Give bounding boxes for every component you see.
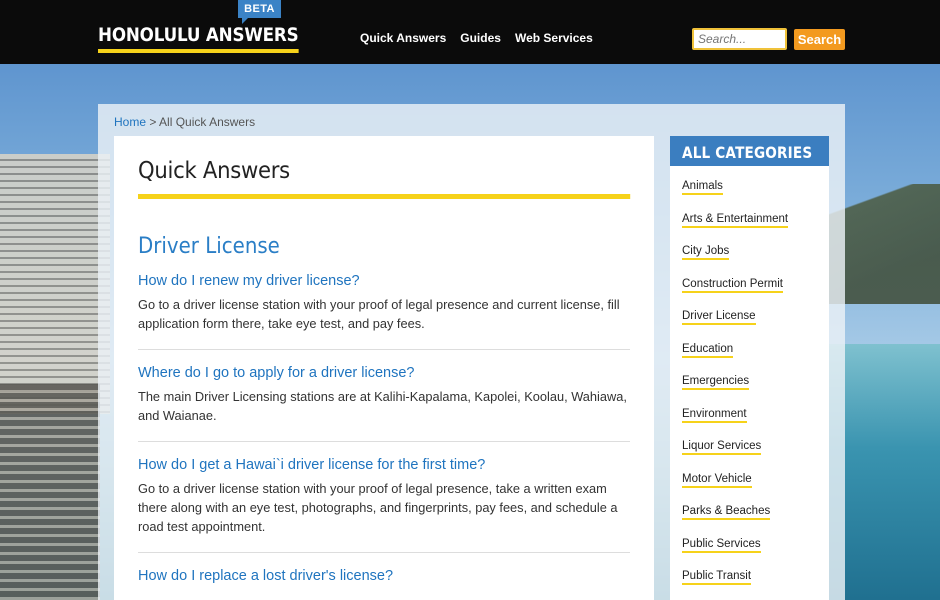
sidebar-title: ALL CATEGORIES <box>670 136 829 166</box>
list-item: Public Transit <box>682 566 817 599</box>
list-item: City Jobs <box>682 241 817 274</box>
main-nav: Quick Answers Guides Web Services <box>360 31 607 45</box>
list-item: Animals <box>682 176 817 209</box>
nav-guides[interactable]: Guides <box>460 31 501 45</box>
list-item: Driver License <box>682 306 817 339</box>
category-link-animals[interactable]: Animals <box>682 180 723 195</box>
category-link-public-services[interactable]: Public Services <box>682 537 761 553</box>
qa-item: How do I get a Hawai`i driver license fo… <box>138 457 630 553</box>
list-item: Education <box>682 339 817 372</box>
qa-question-link[interactable]: How do I replace a lost driver's license… <box>138 568 630 584</box>
list-item: Construction Permit <box>682 274 817 307</box>
qa-answer: Go to a driver license station with your… <box>138 297 620 331</box>
list-item: Parks & Beaches <box>682 501 817 534</box>
list-item: Liquor Services <box>682 436 817 469</box>
hotel-building <box>0 154 110 414</box>
qa-question-link[interactable]: How do I renew my driver license? <box>138 273 630 289</box>
categories-sidebar: ALL CATEGORIES Animals Arts & Entertainm… <box>670 136 829 600</box>
top-bar: HONOLULU ANSWERS BETA Quick Answers Guid… <box>0 0 940 64</box>
list-item: Public Services <box>682 534 817 567</box>
site-logo[interactable]: HONOLULU ANSWERS <box>98 24 299 53</box>
nav-web-services[interactable]: Web Services <box>515 31 593 45</box>
page-title: Quick Answers <box>138 158 631 199</box>
search-input[interactable] <box>692 28 787 50</box>
qa-item: How do I renew my driver license? Go to … <box>138 273 630 350</box>
content-panel: Home > All Quick Answers Quick Answers D… <box>98 104 845 600</box>
category-link-motor-vehicle[interactable]: Motor Vehicle <box>682 472 752 488</box>
hotel-building <box>0 384 100 600</box>
category-list: Animals Arts & Entertainment City Jobs C… <box>670 166 829 600</box>
qa-item: How do I replace a lost driver's license… <box>138 568 630 600</box>
category-link-arts-entertainment[interactable]: Arts & Entertainment <box>682 212 789 228</box>
search-button[interactable]: Search <box>794 29 845 50</box>
section-title: Driver License <box>138 234 280 259</box>
breadcrumb-current: All Quick Answers <box>159 115 256 129</box>
category-link-construction-permit[interactable]: Construction Permit <box>682 277 783 293</box>
breadcrumb-separator: > <box>149 115 157 129</box>
category-link-city-jobs[interactable]: City Jobs <box>682 245 730 260</box>
category-link-driver-license[interactable]: Driver License <box>682 310 756 325</box>
qa-item: Where do I go to apply for a driver lice… <box>138 365 630 442</box>
nav-quick-answers[interactable]: Quick Answers <box>360 31 446 45</box>
list-item: Motor Vehicle <box>682 469 817 502</box>
qa-question-link[interactable]: How do I get a Hawai`i driver license fo… <box>138 457 630 473</box>
list-item: Arts & Entertainment <box>682 209 817 242</box>
category-link-education[interactable]: Education <box>682 342 734 358</box>
qa-answer: The main Driver Licensing stations are a… <box>138 389 627 423</box>
qa-answer: Go to a driver license station with your… <box>138 481 618 534</box>
breadcrumb-home[interactable]: Home <box>114 115 146 129</box>
category-link-environment[interactable]: Environment <box>682 407 747 423</box>
category-link-public-transit[interactable]: Public Transit <box>682 570 752 585</box>
list-item: Emergencies <box>682 371 817 404</box>
category-link-emergencies[interactable]: Emergencies <box>682 375 750 390</box>
qa-question-link[interactable]: Where do I go to apply for a driver lice… <box>138 365 630 381</box>
beta-badge: BETA <box>238 0 281 24</box>
main-content: Quick Answers Driver License How do I re… <box>114 136 654 600</box>
list-item: Environment <box>682 404 817 437</box>
category-link-liquor-services[interactable]: Liquor Services <box>682 440 762 455</box>
breadcrumb: Home > All Quick Answers <box>114 115 255 129</box>
category-link-parks-beaches[interactable]: Parks & Beaches <box>682 505 771 520</box>
